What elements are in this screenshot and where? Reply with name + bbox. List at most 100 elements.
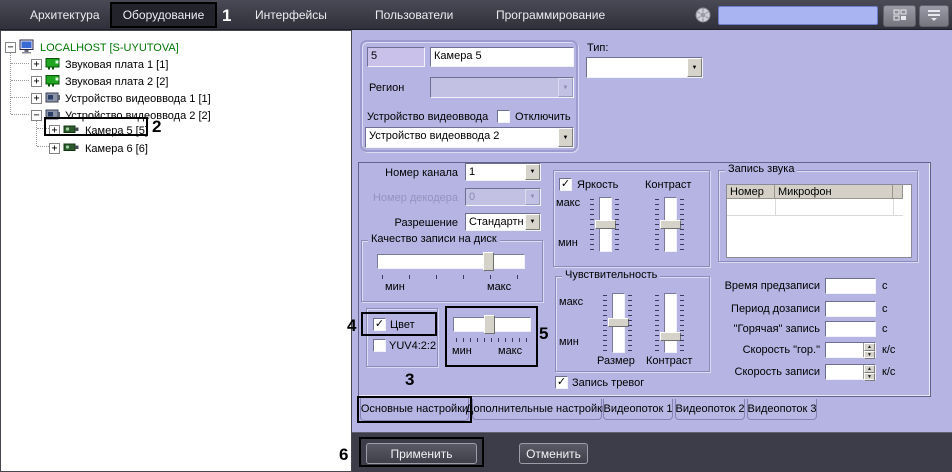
chevron-down-icon[interactable] [558, 128, 573, 147]
slider-ticks [628, 295, 632, 353]
hot-speed-spinner[interactable]: ▲ ▼ [863, 343, 875, 359]
color-group: Цвет YUV4:2:2 [366, 308, 438, 367]
tree-connector [11, 80, 29, 81]
sound-record-table: Номер Микрофон [726, 184, 912, 258]
tree-item-sound-board-2[interactable]: + Звуковая плата 2 [2] [31, 73, 168, 90]
slider-ticks [680, 199, 684, 251]
monitor-icon [19, 39, 36, 57]
spinner-up-icon[interactable]: ▲ [864, 343, 875, 351]
spinner-down-icon[interactable]: ▼ [864, 351, 875, 359]
tree-item-camera-6[interactable]: + Камера 6 [6] [49, 140, 148, 157]
disable-label: Отключить [515, 111, 571, 123]
chevron-down-icon[interactable] [525, 189, 540, 205]
identity-group: 5 Камера 5 Регион Устройство видеоввода … [360, 40, 578, 152]
brightness-checkbox[interactable] [559, 178, 572, 191]
max-label: макс [556, 197, 581, 209]
tab-label: Видеопоток 3 [747, 403, 817, 415]
collapse-icon[interactable]: − [5, 42, 16, 53]
toolbar-tab-users[interactable]: Пользователи [375, 0, 453, 30]
type-dropdown[interactable] [586, 57, 703, 78]
hot-speed-unit: к/с [882, 344, 896, 356]
color-slider-thumb[interactable] [484, 315, 495, 334]
max-label: макс [487, 281, 512, 293]
expand-icon[interactable]: + [49, 125, 60, 136]
slider-ticks [382, 275, 523, 279]
tree-item-sound-board-1[interactable]: + Звуковая плата 1 [1] [31, 56, 168, 73]
sensitivity-contrast-slider-thumb[interactable] [660, 332, 681, 341]
postrecord-period-unit: с [882, 303, 888, 315]
chevron-down-icon[interactable] [525, 164, 540, 180]
sensitivity-contrast-slider-track[interactable] [664, 293, 677, 353]
tree-connector [37, 128, 49, 129]
camera-icon [63, 123, 81, 138]
top-toolbar: Архитектура Оборудование Интерфейсы Поль… [0, 0, 952, 30]
video-device-dropdown[interactable]: Устройство видеоввода 2 [365, 127, 574, 148]
prerecord-time-field[interactable] [825, 278, 876, 294]
postrecord-period-field[interactable] [825, 301, 876, 317]
toolbar-tab-equipment[interactable]: Оборудование [118, 0, 209, 30]
disk-quality-slider-track[interactable] [377, 254, 525, 269]
resolution-label: Разрешение [394, 217, 458, 229]
expand-icon[interactable]: + [31, 76, 42, 87]
slider-ticks [603, 295, 607, 353]
camera-id-field[interactable]: 5 [367, 47, 425, 67]
tab-additional-settings[interactable]: Дополнительные настройки [466, 399, 608, 420]
column-header-microphone: Микрофон [775, 185, 893, 199]
search-input[interactable] [718, 6, 878, 25]
expand-icon[interactable]: + [31, 93, 42, 104]
apply-button[interactable]: Применить [366, 443, 477, 464]
color-checkbox[interactable] [373, 318, 386, 331]
chevron-down-icon[interactable] [558, 78, 573, 97]
brightness-slider-thumb[interactable] [595, 220, 616, 229]
spinner-down-icon[interactable]: ▼ [864, 373, 875, 381]
decoder-number-dropdown[interactable]: 0 [465, 188, 541, 206]
tree-item-camera-5[interactable]: + Камера 5 [5] [49, 122, 148, 139]
color-max-label: макс [498, 345, 523, 357]
record-speed-spinner[interactable]: ▲ ▼ [863, 365, 875, 381]
expand-icon[interactable]: + [49, 143, 60, 154]
tree-item-video-device-1[interactable]: + Устройство видеоввода 1 [1] [31, 90, 211, 107]
size-slider-thumb[interactable] [608, 318, 629, 327]
record-speed-label: Скорость записи [734, 366, 820, 378]
gear-icon[interactable] [695, 7, 711, 26]
region-dropdown[interactable] [430, 77, 574, 98]
disk-quality-group: Качество записи на диск мин макс [361, 233, 543, 302]
resolution-value: Стандартн [469, 216, 524, 228]
chevron-down-icon[interactable] [687, 58, 702, 77]
tab-video-stream-2[interactable]: Видеопоток 2 [675, 399, 745, 420]
tree-item-localhost[interactable]: − LOCALHOST [S-UYUTOVA] [5, 39, 179, 56]
table-gridline [727, 215, 903, 216]
resolution-dropdown[interactable]: Стандартн [465, 213, 541, 231]
channel-number-dropdown[interactable]: 1 [465, 163, 541, 181]
toolbar-tab-programming[interactable]: Программирование [496, 0, 605, 30]
tab-basic-settings[interactable]: Основные настройки [360, 398, 469, 421]
grid-layout-icon [893, 9, 907, 24]
chevron-down-icon[interactable] [525, 214, 540, 230]
max-label: макс [559, 296, 584, 308]
alarm-record-checkbox[interactable] [555, 376, 568, 389]
annotation-1: 1 [222, 6, 232, 25]
menu-icon [927, 9, 941, 24]
menu-button[interactable] [919, 5, 949, 27]
table-gridline [775, 199, 776, 215]
record-speed-unit: к/с [882, 366, 896, 378]
yuv-checkbox[interactable] [373, 339, 386, 352]
cancel-button[interactable]: Отменить [519, 443, 588, 464]
contrast-slider-thumb[interactable] [660, 220, 681, 229]
annotation-3: 3 [405, 370, 415, 389]
tab-video-stream-3[interactable]: Видеопоток 3 [747, 399, 817, 420]
video-device-value: Устройство видеоввода 2 [369, 130, 500, 142]
collapse-icon[interactable]: − [31, 110, 42, 121]
toolbar-tab-interfaces[interactable]: Интерфейсы [255, 0, 327, 30]
tab-video-stream-1[interactable]: Видеопоток 1 [603, 399, 673, 420]
disk-quality-slider-thumb[interactable] [483, 252, 494, 271]
sound-record-title: Запись звука [725, 163, 798, 175]
region-label: Регион [369, 82, 405, 94]
disable-checkbox[interactable] [497, 110, 510, 123]
camera-name-field[interactable]: Камера 5 [430, 47, 574, 67]
toolbar-tab-architecture[interactable]: Архитектура [30, 0, 100, 30]
layout-button[interactable] [883, 5, 916, 27]
spinner-up-icon[interactable]: ▲ [864, 365, 875, 373]
hot-record-field[interactable] [825, 321, 876, 337]
expand-icon[interactable]: + [31, 59, 42, 70]
